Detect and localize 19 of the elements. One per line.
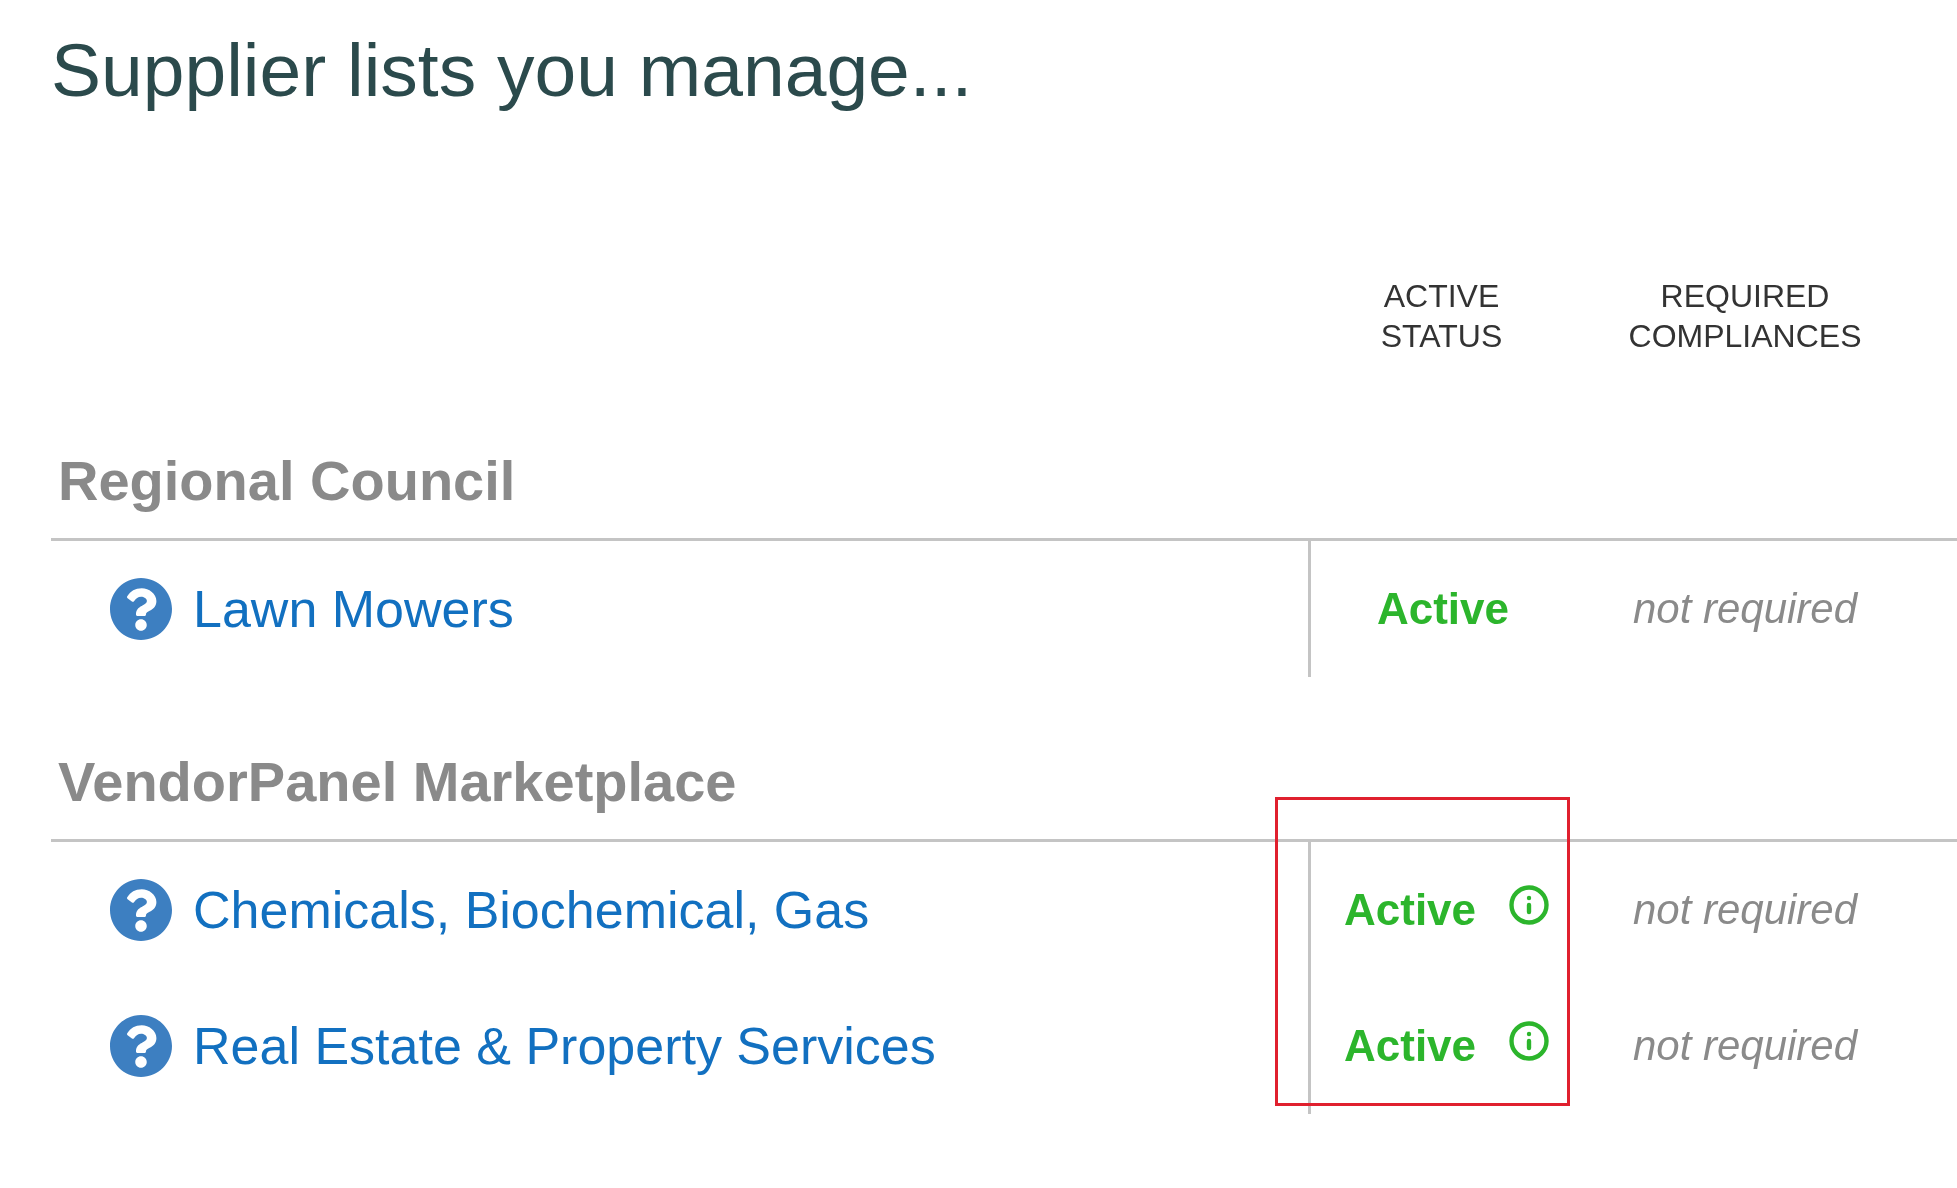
- page-title: Supplier lists you manage...: [51, 27, 973, 110]
- info-icon[interactable]: [1508, 884, 1551, 926]
- help-icon[interactable]: [109, 577, 173, 641]
- column-header: REQUIRED COMPLIANCES: [1627, 277, 1863, 356]
- supplier-list-link[interactable]: Lawn Mowers: [193, 579, 514, 639]
- supplier-list-link[interactable]: Chemicals, Biochemical, Gas: [193, 880, 870, 940]
- section-title: VendorPanel Marketplace: [57, 752, 737, 812]
- help-icon[interactable]: [109, 1014, 173, 1078]
- section-title: Regional Council: [57, 451, 516, 511]
- compliance-text: not required: [1632, 1021, 1858, 1071]
- compliance-text: not required: [1632, 584, 1858, 634]
- status-text: Active: [1344, 1021, 1477, 1071]
- info-icon[interactable]: [1508, 1020, 1551, 1062]
- column-header: ACTIVE STATUS: [1379, 277, 1504, 356]
- status-text: Active: [1376, 584, 1510, 634]
- help-icon[interactable]: [109, 878, 173, 942]
- supplier-list-link[interactable]: Real Estate & Property Services: [193, 1016, 936, 1076]
- compliance-text: not required: [1632, 885, 1858, 935]
- status-text: Active: [1344, 885, 1477, 935]
